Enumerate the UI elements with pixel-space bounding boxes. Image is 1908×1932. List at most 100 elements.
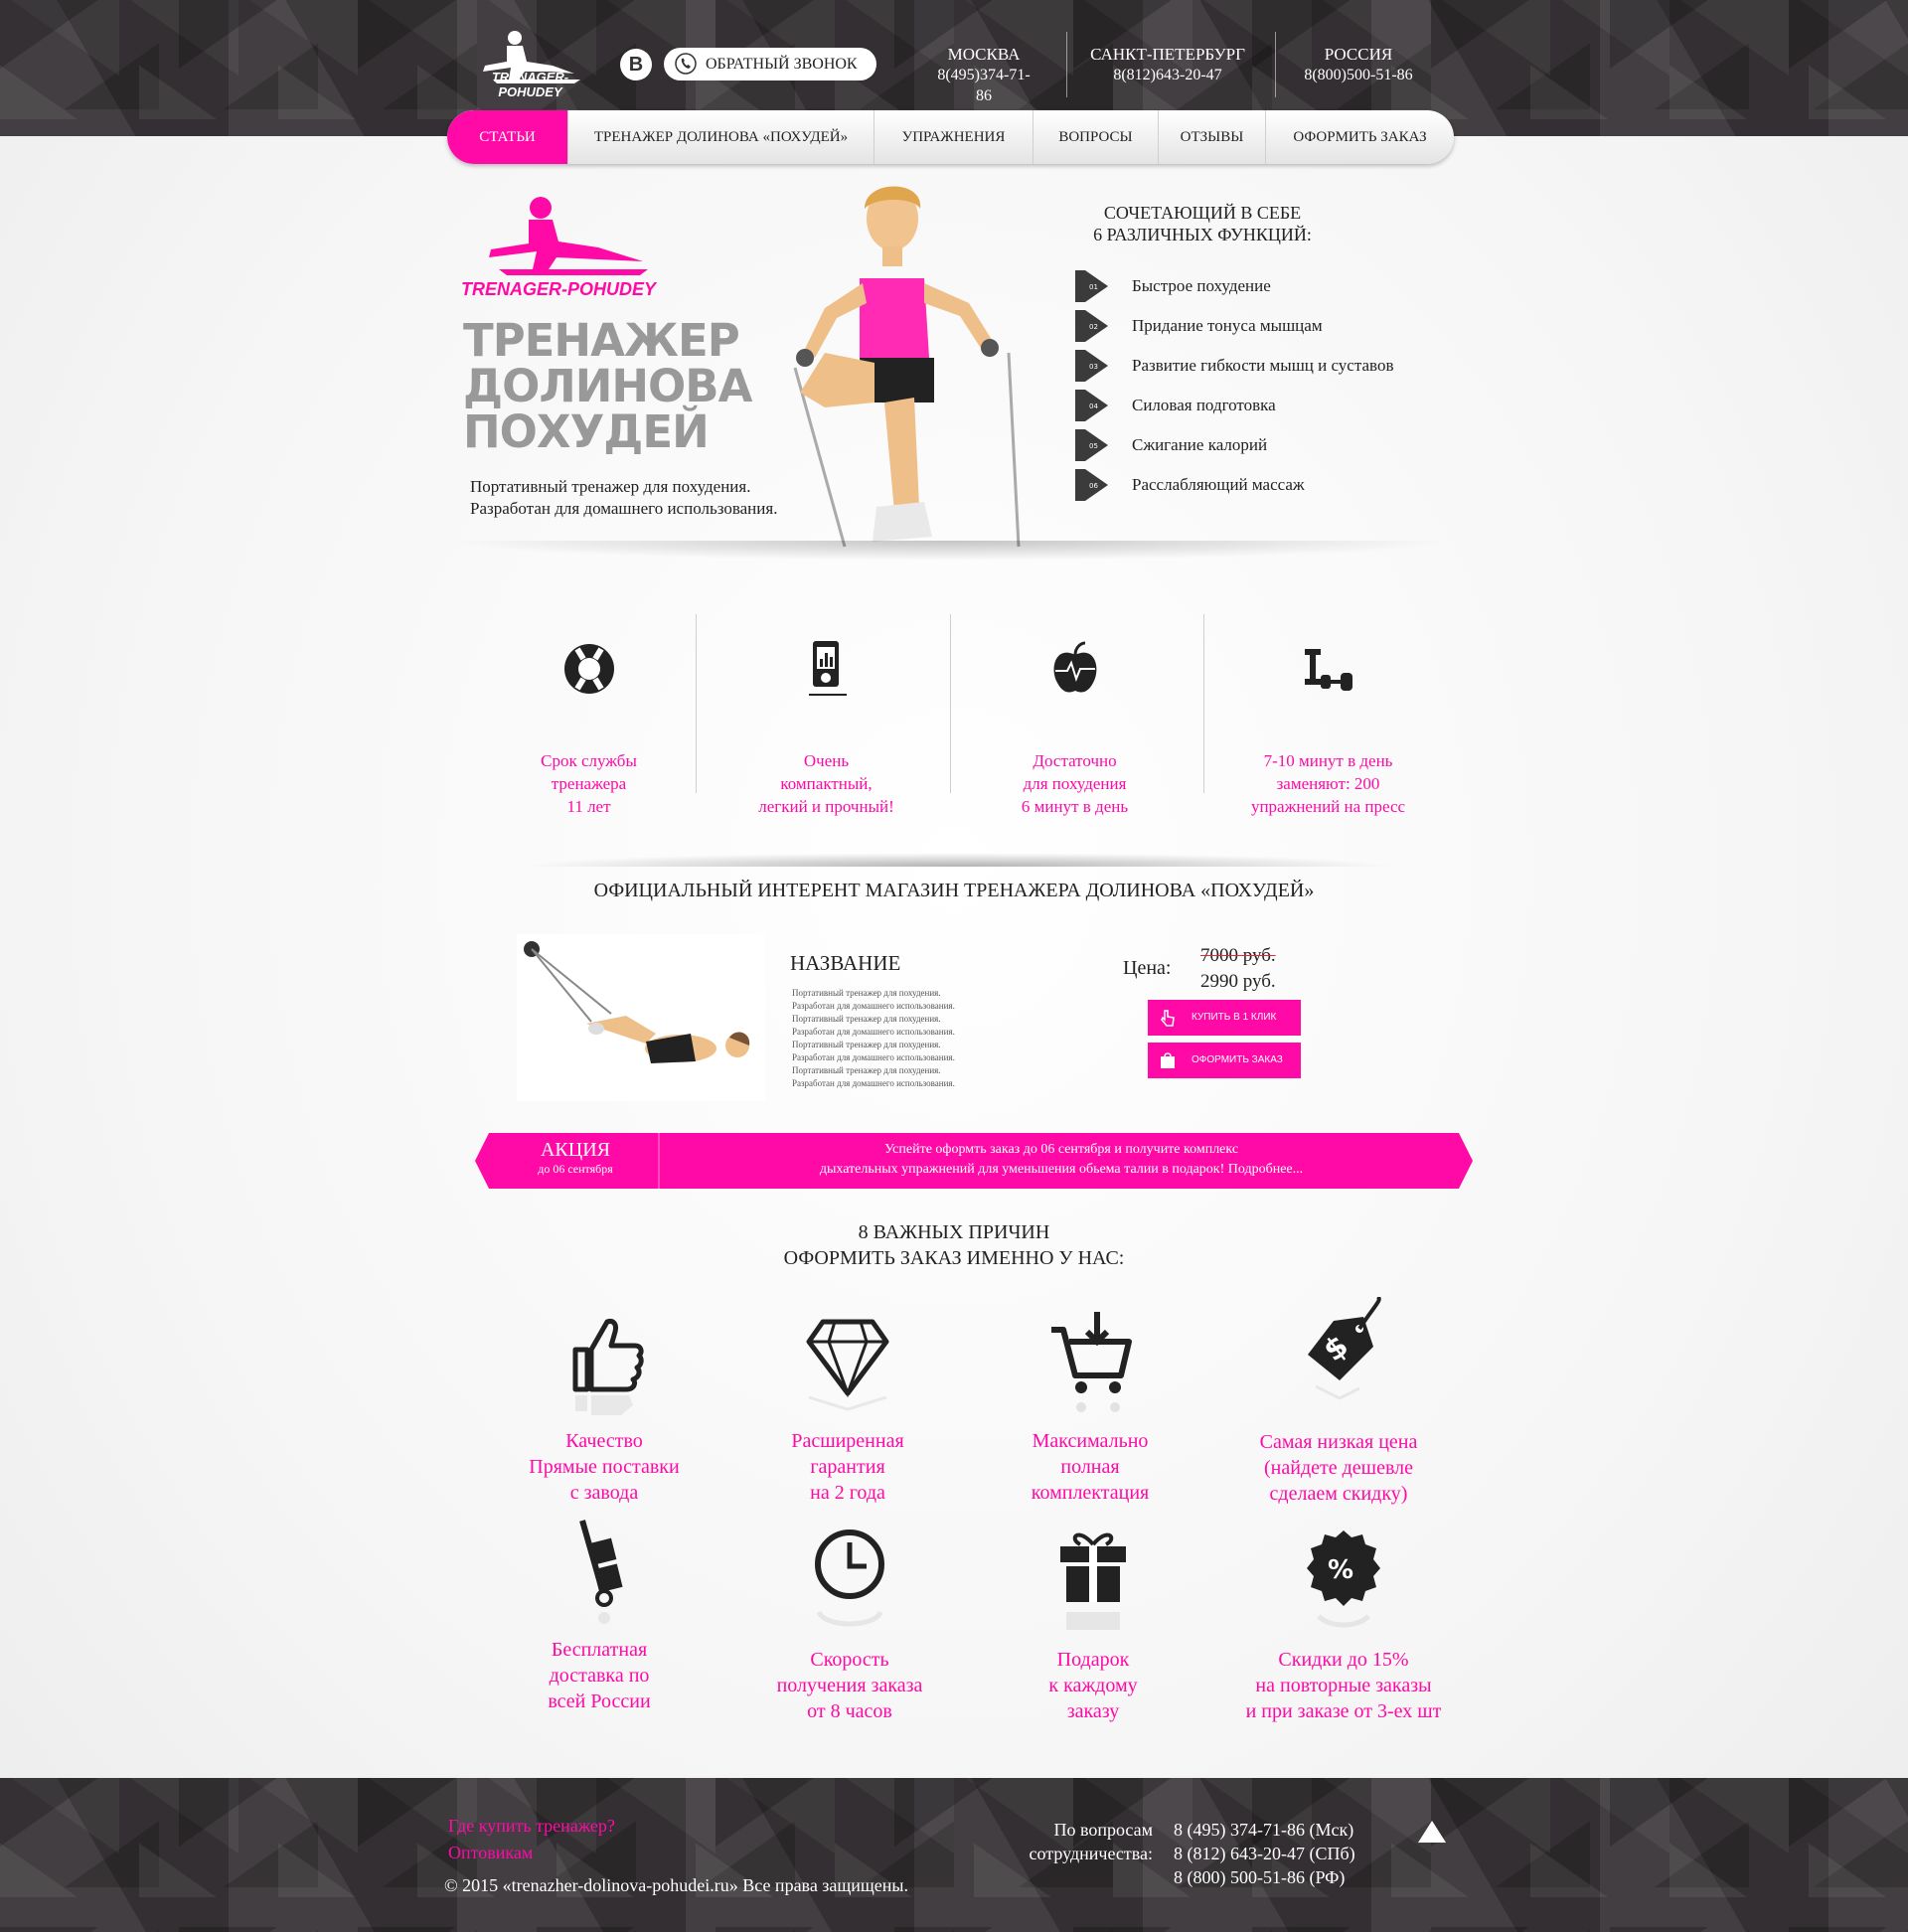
footer-questions-line: сотрудничества: — [1029, 1844, 1154, 1863]
benefit-line: упражнений на пресс — [1250, 797, 1406, 816]
feature-item: 01 Быстрое похудение — [1075, 270, 1473, 310]
city-phone[interactable]: 8(812)643-20-47 — [1078, 65, 1257, 85]
product-desc-line: Портативный тренажер для похудения. — [792, 1014, 941, 1024]
product-desc-line: Разработан для домашнего использования. — [792, 1027, 955, 1037]
hero-title-line: ТРЕНАЖЕР — [463, 314, 740, 367]
product-image[interactable] — [517, 934, 765, 1101]
arrow-number-icon: 01 — [1075, 270, 1108, 302]
product-name[interactable]: НАЗВАНИЕ — [790, 951, 900, 976]
benefit-item: Достаточно для похудения 6 минут в день — [949, 614, 1200, 816]
footer-questions-line: По вопросам — [1053, 1820, 1153, 1840]
nav-item-trainer[interactable]: ТРЕНАЖЕР ДОЛИНОВА «ПОХУДЕЙ» — [568, 110, 874, 164]
promo-banner[interactable]: АКЦИЯ до 06 сентября Успейте оформть зак… — [475, 1133, 1473, 1189]
reason-text: Расширенная гарантия на 2 года — [733, 1428, 962, 1506]
feature-item: 06 Расслабляющий массаж — [1075, 469, 1473, 509]
scroll-to-top-icon[interactable] — [1418, 1821, 1446, 1843]
svg-text:06: 06 — [1089, 482, 1098, 490]
benefit-text: 7-10 минут в день заменяют: 200 упражнен… — [1202, 749, 1454, 818]
product-desc-line: Портативный тренажер для похудения. — [792, 988, 941, 998]
shop-title: ОФИЦИАЛЬНЫЙ ИНТЕРЕНТ МАГАЗИН ТРЕНАЖЕРА Д… — [593, 880, 1315, 901]
new-price: 2990 руб. — [1200, 971, 1276, 992]
diamond-icon — [806, 1319, 889, 1411]
reason-line: сделаем скидку) — [1269, 1483, 1408, 1505]
order-button[interactable]: ОФОРМИТЬ ЗАКАЗ — [1148, 1043, 1301, 1078]
footer — [0, 1778, 1908, 1932]
nav-item-exercises[interactable]: УПРАЖНЕНИЯ — [874, 110, 1034, 164]
feature-label: Развитие гибкости мышц и суставов — [1132, 356, 1394, 375]
reason-text: Максимально полная комплектация — [976, 1428, 1204, 1506]
feature-item: 02 Придание тонуса мышцам — [1075, 310, 1473, 350]
promo-date: до 06 сентября — [538, 1162, 613, 1176]
benefit-text: Достаточно для похудения 6 минут в день — [949, 749, 1200, 818]
buy-one-click-button[interactable]: КУПИТЬ В 1 КЛИК — [1148, 1000, 1301, 1036]
reasons-title-line: 8 ВАЖНЫХ ПРИЧИН — [858, 1221, 1050, 1243]
city-phone[interactable]: 8(495)374-71-86 — [934, 65, 1034, 106]
city-phone[interactable]: 8(800)500-51-86 — [1289, 65, 1428, 85]
promo-label: АКЦИЯ до 06 сентября — [495, 1133, 656, 1189]
footer-phone[interactable]: 8 (800) 500-51-86 (РФ) — [1174, 1865, 1355, 1889]
footer-phone[interactable]: 8 (812) 643-20-47 (СПб) — [1174, 1842, 1355, 1865]
nav-item-articles[interactable]: СТАТЬИ — [447, 110, 568, 164]
reason-text: Качество Прямые поставки с завода — [490, 1428, 718, 1506]
feature-item: 03 Развитие гибкости мышц и суставов — [1075, 350, 1473, 390]
main-nav: СТАТЬИ ТРЕНАЖЕР ДОЛИНОВА «ПОХУДЕЙ» УПРАЖ… — [447, 110, 1454, 164]
reason-line: Бесплатная — [551, 1639, 648, 1661]
reason-line: доставка по — [549, 1665, 650, 1687]
promo-text-line: Успейте оформть заказ до 06 сентября и п… — [883, 1142, 1239, 1157]
nav-item-questions[interactable]: ВОПРОСЫ — [1034, 110, 1159, 164]
feature-item: 04 Силовая подготовка — [1075, 390, 1473, 429]
benefit-line: 6 минут в день — [1021, 797, 1129, 816]
discount-badge-icon: % — [1307, 1530, 1380, 1628]
feature-label: Силовая подготовка — [1132, 396, 1276, 414]
city-moscow: МОСКВА 8(495)374-71-86 — [934, 44, 1034, 106]
reason-line: (найдете дешевле — [1264, 1457, 1413, 1479]
benefit-item: 7-10 минут в день заменяют: 200 упражнен… — [1202, 614, 1454, 816]
features-list: 01 Быстрое похудение 02 Придание тонуса … — [1075, 270, 1473, 509]
reason-line: полная — [1060, 1456, 1120, 1478]
arrow-number-icon: 02 — [1075, 310, 1108, 342]
price-label: Цена: — [1123, 957, 1172, 979]
benefit-item: Очень компактный, легкий и прочный! — [701, 614, 952, 816]
hero-logo: TRENAGER-POHUDEY — [459, 192, 678, 306]
arrow-number-icon: 03 — [1075, 350, 1108, 382]
buy-one-click-label: КУПИТЬ В 1 КЛИК — [1192, 1012, 1277, 1023]
footer-link-wholesale[interactable]: Оптовикам — [448, 1843, 533, 1863]
reason-item: Подарок к каждому заказу — [979, 1529, 1207, 1724]
benefit-item: Срок службы тренажера 11 лет — [463, 614, 715, 816]
features-title: СОЧЕТАЮЩИЙ В СЕБЕ 6 РАЗЛИЧНЫХ ФУНКЦИЙ: — [1073, 202, 1332, 245]
reason-line: от 8 часов — [807, 1700, 892, 1722]
nav-item-reviews[interactable]: ОТЗЫВЫ — [1159, 110, 1266, 164]
svg-text:05: 05 — [1089, 442, 1098, 450]
vk-icon[interactable]: В — [620, 49, 652, 80]
footer-questions: По вопросам сотрудничества: — [1004, 1818, 1154, 1865]
city-name: САНКТ-ПЕТЕРБУРГ — [1090, 45, 1245, 64]
apple-pulse-icon — [1053, 641, 1096, 693]
callback-button[interactable]: ОБРАТНЫЙ ЗВОНОК — [664, 48, 876, 80]
reason-line: получения заказа — [776, 1675, 923, 1696]
arrow-number-icon: 05 — [1075, 429, 1108, 461]
city-spb: САНКТ-ПЕТЕРБУРГ 8(812)643-20-47 — [1078, 44, 1257, 85]
reason-item: Скорость получения заказа от 8 часов — [735, 1529, 964, 1724]
reason-text: Подарок к каждому заказу — [979, 1647, 1207, 1724]
header-logo[interactable]: TRENAGER-POHUDEY — [463, 28, 597, 99]
header-divider — [1275, 32, 1276, 97]
svg-text:04: 04 — [1089, 402, 1098, 410]
reason-line: на повторные заказы — [1255, 1675, 1432, 1696]
reason-line: Максимально — [1032, 1430, 1149, 1452]
nav-item-order[interactable]: ОФОРМИТЬ ЗАКАЗ — [1266, 110, 1454, 164]
features-title-line: СОЧЕТАЮЩИЙ В СЕБЕ — [1103, 203, 1302, 223]
reason-line: Подарок — [1056, 1649, 1130, 1671]
reason-line: Скорость — [810, 1649, 889, 1671]
footer-phone[interactable]: 8 (495) 374-71-86 (Мск) — [1174, 1818, 1355, 1842]
reason-line: Самая низкая цена — [1259, 1431, 1418, 1453]
hero-title-line: ПОХУДЕЙ — [463, 405, 710, 458]
product-desc-line: Разработан для домашнего использования. — [792, 1052, 955, 1062]
reason-line: Качество — [565, 1430, 643, 1452]
footer-link-where-to-buy[interactable]: Где купить тренажер? — [448, 1816, 615, 1837]
reason-text: Скорость получения заказа от 8 часов — [735, 1647, 964, 1724]
promo-title: АКЦИЯ — [540, 1139, 610, 1161]
benefit-line: Достаточно — [1033, 751, 1117, 770]
benefit-line: для похудения — [1023, 774, 1127, 793]
reason-line: комплектация — [1031, 1482, 1150, 1504]
reason-item: Максимально полная комплектация — [976, 1310, 1204, 1506]
